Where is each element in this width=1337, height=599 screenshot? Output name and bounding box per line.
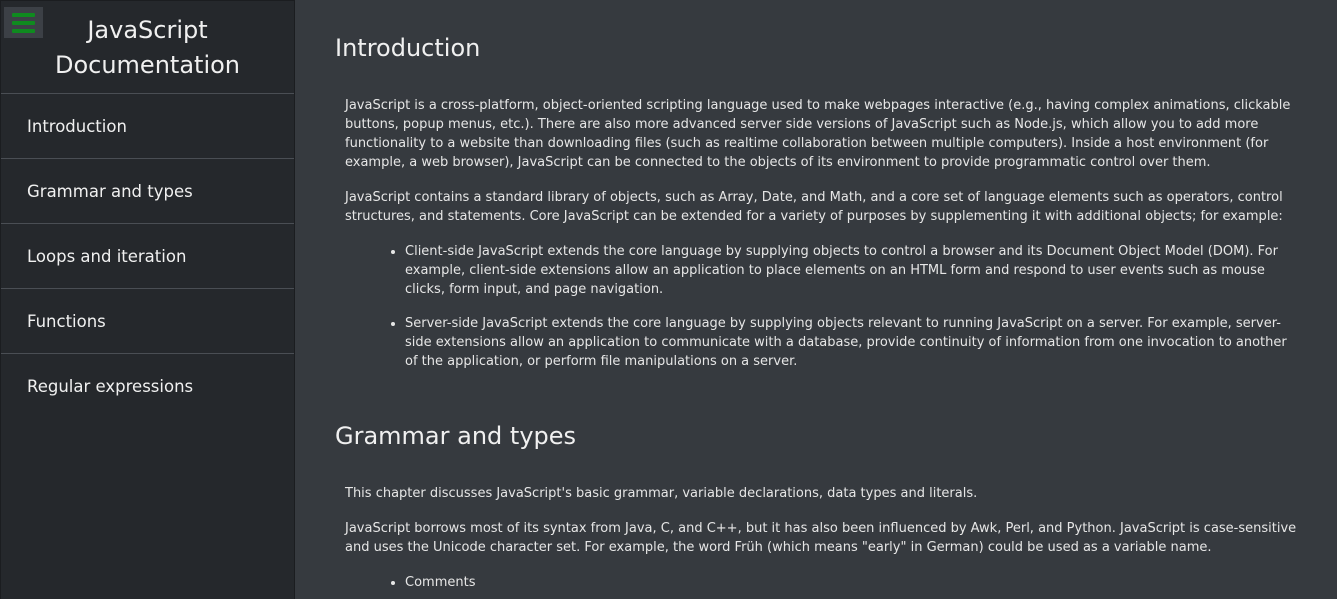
nav-link-grammar-and-types[interactable]: Grammar and types xyxy=(1,159,294,224)
section-title: Introduction xyxy=(335,34,481,62)
list-item: Server-side JavaScript extends the core … xyxy=(405,314,1299,371)
section-introduction: Introduction JavaScript is a cross-platf… xyxy=(335,33,1299,371)
section-title: Grammar and types xyxy=(335,422,577,450)
section-grammar-and-types: Grammar and types This chapter discusses… xyxy=(335,421,1299,592)
hamburger-bar xyxy=(12,28,35,33)
bullet-list: Comments xyxy=(345,573,1299,592)
paragraph: JavaScript contains a standard library o… xyxy=(345,190,1283,224)
nav-link-loops-and-iteration[interactable]: Loops and iteration xyxy=(1,224,294,289)
sidebar-title-line2: Documentation xyxy=(54,51,240,79)
paragraph: JavaScript is a cross-platform, object-o… xyxy=(345,98,1291,170)
page: JavaScript Documentation Introduction Gr… xyxy=(0,0,1337,599)
sidebar-title: JavaScript Documentation xyxy=(1,1,294,94)
sidebar-title-line1: JavaScript xyxy=(87,16,208,44)
sidebar-nav: JavaScript Documentation Introduction Gr… xyxy=(0,0,295,599)
list-item: Client-side JavaScript extends the core … xyxy=(405,242,1299,299)
section-body: JavaScript is a cross-platform, object-o… xyxy=(335,96,1299,371)
hamburger-icon[interactable] xyxy=(4,7,43,38)
main-content[interactable]: Introduction JavaScript is a cross-platf… xyxy=(295,0,1337,599)
paragraph: JavaScript borrows most of its syntax fr… xyxy=(345,521,1297,555)
section-body: This chapter discusses JavaScript's basi… xyxy=(335,484,1299,592)
nav-list: Introduction Grammar and types Loops and… xyxy=(1,94,294,419)
nav-link-regular-expressions[interactable]: Regular expressions xyxy=(1,354,294,419)
list-item: Comments xyxy=(405,573,1299,592)
nav-link-introduction[interactable]: Introduction xyxy=(1,94,294,159)
nav-link-functions[interactable]: Functions xyxy=(1,289,294,354)
hamburger-bar xyxy=(12,20,35,25)
bullet-list: Client-side JavaScript extends the core … xyxy=(345,242,1299,371)
hamburger-bar xyxy=(12,12,35,17)
paragraph: This chapter discusses JavaScript's basi… xyxy=(345,486,978,501)
